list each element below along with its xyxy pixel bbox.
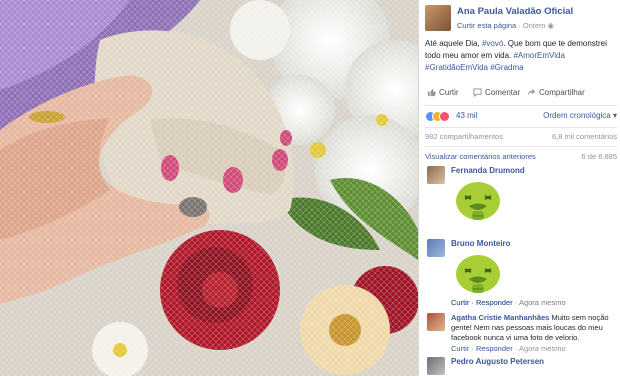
like-label: Curtir bbox=[439, 88, 459, 97]
photo-illustration bbox=[0, 0, 418, 376]
post-subline: Curtir esta página · Ontem ◉ bbox=[457, 21, 554, 30]
comment-time: · Agora mesmo bbox=[512, 298, 566, 307]
comment-order-select[interactable]: Ordem cronológica ▾ bbox=[543, 111, 617, 120]
page-avatar[interactable] bbox=[425, 5, 451, 31]
divider bbox=[425, 105, 617, 106]
sick-face-sticker-icon bbox=[456, 182, 500, 220]
post-photo[interactable] bbox=[0, 0, 418, 376]
reaction-count[interactable]: 43 mil bbox=[456, 111, 477, 120]
comment-author[interactable]: Fernanda Drumond bbox=[451, 166, 525, 175]
comments-shown-count: 6 de 6.885 bbox=[581, 152, 617, 161]
comment-label: Comentar bbox=[485, 88, 521, 97]
divider bbox=[425, 127, 617, 128]
post-stats: 982 compartilhamentos 6,8 mil comentário… bbox=[425, 132, 617, 141]
avatar[interactable] bbox=[427, 313, 445, 331]
globe-icon: ◉ bbox=[547, 21, 555, 30]
divider bbox=[425, 146, 617, 147]
comment-author[interactable]: Bruno Monteiro bbox=[451, 239, 511, 248]
comment-icon bbox=[473, 88, 482, 97]
view-previous-comments-link[interactable]: Visualizar comentários anteriores bbox=[425, 152, 536, 161]
comment-author[interactable]: Agatha Cristie Manhanhães bbox=[451, 313, 549, 322]
love-reaction-icon bbox=[439, 111, 450, 122]
hashtag-amor-em-vida[interactable]: #AmorEmVida bbox=[513, 51, 564, 60]
post-actions: Curtir Comentar Compartilhar bbox=[425, 88, 617, 102]
hashtag-gradma[interactable]: #Gradma bbox=[490, 63, 523, 72]
comment-meta: Curtir · Responder · Agora mesmo bbox=[451, 344, 566, 353]
like-page-link[interactable]: Curtir esta página bbox=[457, 21, 516, 30]
chevron-down-icon: ▾ bbox=[612, 111, 617, 120]
thumbs-up-icon bbox=[427, 88, 436, 97]
share-count[interactable]: 982 compartilhamentos bbox=[425, 132, 503, 141]
hashtag-vovo[interactable]: #vovó bbox=[482, 39, 503, 48]
comment-author[interactable]: Pedro Augusto Petersen bbox=[451, 357, 544, 366]
post-text-lead: Até aquele Dia, bbox=[425, 39, 482, 48]
share-icon bbox=[527, 88, 536, 96]
page-name[interactable]: Ana Paula Valadão Oficial bbox=[457, 6, 573, 17]
avatar[interactable] bbox=[427, 239, 445, 257]
reactions-row[interactable]: 43 mil Ordem cronológica ▾ bbox=[425, 110, 617, 124]
sick-face-sticker-icon bbox=[456, 255, 500, 293]
comment-meta: Curtir · Responder · Agora mesmo bbox=[451, 298, 566, 307]
comment-like-reply-links[interactable]: Curtir · Responder bbox=[451, 298, 513, 307]
share-button[interactable]: Compartilhar bbox=[527, 88, 585, 97]
post-header: Ana Paula Valadão Oficial Curtir esta pá… bbox=[425, 5, 620, 35]
post-timestamp[interactable]: Ontem bbox=[523, 21, 546, 30]
avatar[interactable] bbox=[427, 166, 445, 184]
comment-count[interactable]: 6,8 mil comentários bbox=[552, 132, 617, 141]
post-side-panel: Ana Paula Valadão Oficial Curtir esta pá… bbox=[418, 0, 620, 376]
share-label: Compartilhar bbox=[539, 88, 585, 97]
like-button[interactable]: Curtir bbox=[427, 88, 459, 97]
avatar[interactable] bbox=[427, 357, 445, 375]
previous-comments-bar: Visualizar comentários anteriores 6 de 6… bbox=[425, 152, 617, 161]
comment-order-label: Ordem cronológica bbox=[543, 111, 611, 120]
comment-button[interactable]: Comentar bbox=[473, 88, 520, 97]
post-text: Até aquele Dia, #vovó. Que bom que te de… bbox=[425, 38, 617, 74]
comment-like-reply-links[interactable]: Curtir · Responder bbox=[451, 344, 513, 353]
comment-body: Agatha Cristie Manhanhães Muito sem noçã… bbox=[451, 313, 619, 343]
hashtag-gratidao-em-vida[interactable]: #GratidãoEmVida bbox=[425, 63, 488, 72]
comment-time: · Agora mesmo bbox=[512, 344, 566, 353]
